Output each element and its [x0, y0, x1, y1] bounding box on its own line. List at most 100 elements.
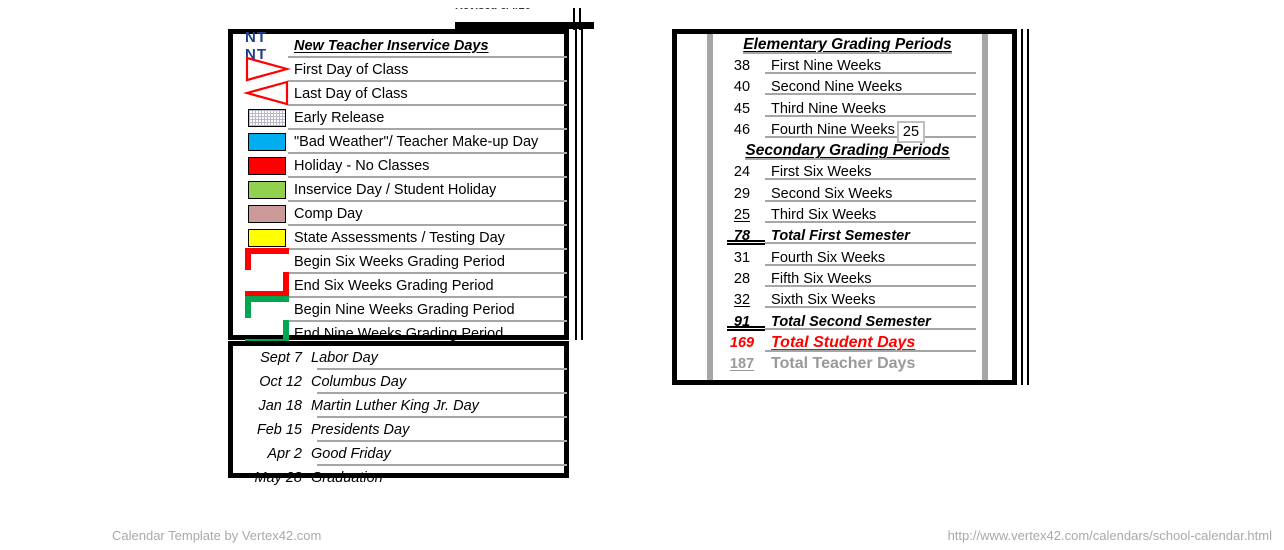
grading-period-days: 31: [719, 250, 765, 266]
section-header-text: Secondary Grading Periods: [745, 142, 950, 160]
legend-marker: [233, 202, 288, 226]
legend-item: Begin Nine Weeks Grading Period: [233, 296, 567, 322]
flag-left-icon: [242, 78, 291, 108]
legend-marker: [233, 296, 289, 322]
total-double-rule: [727, 325, 765, 331]
legend-label-cell: Begin Nine Weeks Grading Period: [288, 298, 567, 322]
legend-marker: [233, 106, 288, 130]
grading-period-days: 24: [719, 164, 765, 180]
holiday-name-cell: Good Friday: [309, 442, 567, 466]
grading-period-days: 169: [719, 335, 765, 351]
legend-label-cell: Holiday - No Classes: [288, 154, 567, 178]
grading-period-row: 28 Fifth Six Weeks: [719, 268, 976, 289]
legend-marker: [233, 130, 288, 154]
calendar-grid-lines-left: [575, 29, 587, 340]
holiday-row: Sept 7 Labor Day: [233, 346, 567, 370]
grading-period-days: 78: [719, 228, 765, 246]
days-value: 46: [733, 121, 751, 138]
calendar-grid-lines-top: [573, 8, 587, 30]
days-value: 25: [733, 207, 751, 224]
grading-period-label-cell: Third Six Weeks: [765, 207, 976, 224]
row-divider: [765, 263, 976, 266]
legend-label-cell: Early Release: [288, 106, 567, 130]
legend-label: New Teacher Inservice Days: [294, 37, 489, 54]
holiday-date: Jan 18: [258, 398, 302, 414]
days-value: 40: [733, 79, 751, 96]
footer-credit: Calendar Template by Vertex42.com: [112, 528, 322, 543]
days-value: 31: [733, 249, 751, 266]
legend-label: Last Day of Class: [294, 85, 408, 102]
legend-item: "Bad Weather"/ Teacher Make-up Day: [233, 130, 567, 154]
grading-period-days: 91: [719, 314, 765, 331]
legend-label: Begin Six Weeks Grading Period: [294, 253, 505, 270]
days-value: 169: [729, 334, 755, 351]
row-divider: [765, 71, 976, 74]
total-student-days-row: 169 Total Student Days: [719, 332, 976, 353]
legend-item: End Six Weeks Grading Period: [233, 272, 567, 298]
legend-label: First Day of Class: [294, 61, 409, 78]
legend-label-cell: Last Day of Class: [288, 82, 567, 106]
row-divider: [765, 349, 976, 352]
row-divider: [765, 284, 976, 287]
legend-label-cell: Inservice Day / Student Holiday: [288, 178, 567, 202]
legend-marker: [233, 248, 289, 274]
grading-period-row: 25 Third Six Weeks: [719, 204, 976, 225]
color-swatch: [248, 229, 286, 247]
legend-label: Early Release: [294, 109, 385, 126]
holiday-row: Apr 2 Good Friday: [233, 442, 567, 466]
legend-marker: [233, 272, 289, 298]
holiday-date: Feb 15: [256, 422, 302, 438]
grading-period-days: 29: [719, 186, 765, 202]
holiday-row: Jan 18 Martin Luther King Jr. Day: [233, 394, 567, 418]
grading-period-days: 32: [719, 292, 765, 308]
legend-item: Last Day of Class: [233, 80, 567, 106]
holiday-name: Labor Day: [311, 350, 378, 366]
grading-period-label-cell: Third Nine Weeks: [765, 101, 976, 117]
legend-item: Comp Day: [233, 202, 567, 226]
days-value: 28: [733, 270, 751, 287]
grading-periods-inner-frame: Elementary Grading Periods 38 First Nine W…: [707, 34, 988, 380]
total-teacher-days-row: 187 Total Teacher Days: [719, 353, 976, 374]
legend-label-cell: End Six Weeks Grading Period: [288, 274, 567, 298]
grading-period-days: 40: [719, 79, 765, 95]
row-divider: [765, 242, 976, 245]
holiday-name: Presidents Day: [311, 422, 410, 438]
grading-period-label-cell: Second Nine Weeks: [765, 79, 976, 96]
legend-label: "Bad Weather"/ Teacher Make-up Day: [294, 133, 539, 150]
legend-item: Inservice Day / Student Holiday: [233, 178, 567, 202]
grading-period-row: 24 First Six Weeks: [719, 162, 976, 183]
bracket-begin-icon: [245, 296, 289, 322]
grading-period-row: 46 Fourth Nine Weeks: [719, 119, 976, 140]
legend-label: State Assessments / Testing Day: [294, 229, 505, 246]
elementary-header: Elementary Grading Periods: [719, 34, 976, 55]
flag-left-icon: [242, 80, 289, 106]
grading-section-header: Secondary Grading Periods: [745, 142, 950, 161]
grading-period-row: 45 Third Nine Weeks: [719, 98, 976, 119]
grading-period-days: 45: [719, 101, 765, 117]
legend-item: Begin Six Weeks Grading Period: [233, 248, 567, 274]
holiday-row: May 28 Graduation: [233, 466, 564, 490]
floating-note-box[interactable]: 25: [897, 121, 925, 143]
grading-period-days: 38: [719, 58, 765, 74]
total-first-semester-row: 78 Total First Semester: [719, 226, 976, 247]
legend-label: Comp Day: [294, 205, 363, 222]
days-value: 24: [733, 164, 751, 181]
legend-label: Holiday - No Classes: [294, 157, 430, 174]
legend-label-cell: "Bad Weather"/ Teacher Make-up Day: [288, 130, 567, 154]
days-value: 45: [733, 100, 751, 117]
bracket-end-icon: [245, 272, 289, 298]
grading-period-days: 25: [719, 207, 765, 223]
holiday-date: Oct 12: [259, 374, 302, 390]
grading-period-label-cell: Second Six Weeks: [765, 186, 976, 202]
grading-period-label-cell: Total Teacher Days: [765, 355, 976, 373]
row-divider: [765, 221, 976, 224]
holiday-name: Graduation: [311, 470, 383, 486]
legend-label: Begin Nine Weeks Grading Period: [294, 301, 515, 318]
row-divider: [765, 327, 976, 330]
grading-period-row: 29 Second Six Weeks: [719, 183, 976, 204]
bracket-begin-icon: [245, 248, 289, 274]
row-divider: [765, 178, 976, 181]
legend-panel: NT NT New Teacher Inservice Days First Day…: [228, 29, 569, 345]
grading-period-row: 31 Fourth Six Weeks: [719, 247, 976, 268]
holiday-date: Apr 2: [267, 446, 302, 462]
